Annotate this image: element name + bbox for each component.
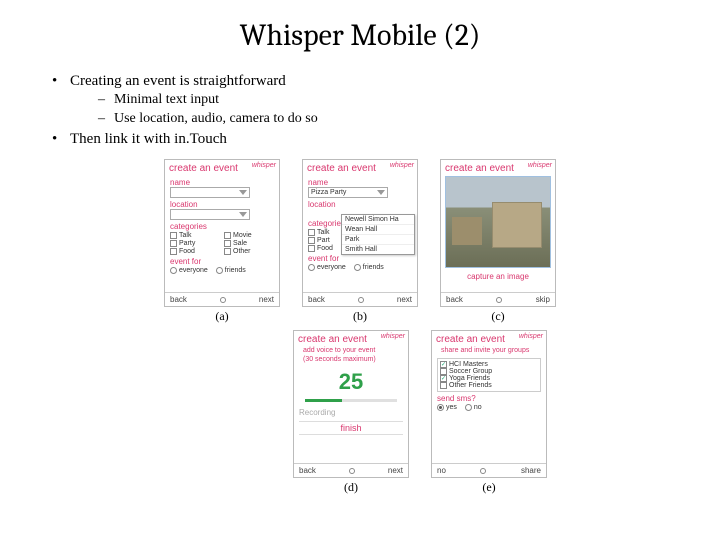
softkey-back[interactable]: back	[170, 295, 187, 304]
mock-b: whisper create an event name Pizza Party…	[302, 159, 418, 307]
group-hci[interactable]: HCI Masters	[440, 361, 538, 368]
finish-button[interactable]: finish	[299, 421, 403, 435]
voice-sub1: add voice to your event	[299, 347, 403, 356]
chk-sale[interactable]: Sale	[224, 240, 274, 247]
share-sub: share and invite your groups	[437, 347, 541, 356]
radio-friends[interactable]: friends	[216, 267, 246, 274]
softkey-no[interactable]: no	[437, 466, 446, 475]
softkey-back[interactable]: back	[299, 466, 316, 475]
softkey-center[interactable]	[349, 468, 355, 474]
softkey-skip[interactable]: skip	[536, 295, 550, 304]
label-name: name	[308, 178, 412, 187]
radio-everyone[interactable]: everyone	[170, 267, 208, 274]
caption-b: (b)	[353, 309, 367, 324]
mock-e: whisper create an event share and invite…	[431, 330, 547, 478]
label-eventfor: event for	[170, 257, 274, 266]
label-location: location	[308, 200, 412, 209]
label-location: location	[170, 200, 274, 209]
name-field[interactable]: Pizza Party	[308, 187, 388, 198]
chk-food[interactable]: Food	[170, 248, 220, 255]
group-yoga[interactable]: Yoga Friends	[440, 375, 538, 382]
softkey-center[interactable]	[358, 297, 364, 303]
name-field[interactable]	[170, 187, 250, 198]
bullet-1: Creating an event is straightforward	[70, 71, 286, 91]
mock-d: whisper create an event add voice to you…	[293, 330, 409, 478]
mock-c: whisper create an event capture an image…	[440, 159, 556, 307]
brand-logo: whisper	[519, 333, 543, 340]
label-eventfor: event for	[308, 254, 412, 263]
popup-item[interactable]: Park	[342, 235, 414, 245]
voice-sub2: (30 seconds maximum)	[299, 356, 403, 365]
location-popup[interactable]: Newell Simon Ha Wean Hall Park Smith Hal…	[341, 214, 415, 255]
popup-item[interactable]: Newell Simon Ha	[342, 215, 414, 225]
label-name: name	[170, 178, 274, 187]
chk-other[interactable]: Other	[224, 248, 274, 255]
subbullet-1: Minimal text input	[114, 91, 219, 110]
brand-logo: whisper	[381, 333, 405, 340]
bullet-2: Then link it with in.Touch	[70, 129, 227, 149]
popup-item[interactable]: Smith Hall	[342, 245, 414, 254]
group-other[interactable]: Other Friends	[440, 382, 538, 389]
progress-meter	[305, 399, 397, 402]
softkey-next[interactable]: next	[388, 466, 403, 475]
popup-item[interactable]: Wean Hall	[342, 225, 414, 235]
countdown: 25	[299, 369, 403, 395]
chk-movie[interactable]: Movie	[224, 232, 274, 239]
radio-yes[interactable]: yes	[437, 404, 457, 411]
group-soccer[interactable]: Soccer Group	[440, 368, 538, 375]
camera-caption: capture an image	[441, 272, 555, 281]
radio-friends[interactable]: friends	[354, 264, 384, 271]
chk-talk[interactable]: Talk	[170, 232, 220, 239]
radio-everyone[interactable]: everyone	[308, 264, 346, 271]
brand-logo: whisper	[528, 162, 552, 169]
softkey-share[interactable]: share	[521, 466, 541, 475]
caption-d: (d)	[344, 480, 358, 495]
softkey-center[interactable]	[220, 297, 226, 303]
bullet-list: •Creating an event is straightforward –M…	[52, 71, 680, 149]
radio-no[interactable]: no	[465, 404, 482, 411]
softkey-back[interactable]: back	[308, 295, 325, 304]
softkey-center[interactable]	[480, 468, 486, 474]
mock-a: whisper create an event name location ca…	[164, 159, 280, 307]
caption-c: (c)	[491, 309, 504, 324]
chk-party[interactable]: Party	[170, 240, 220, 247]
softkey-back[interactable]: back	[446, 295, 463, 304]
softkey-next[interactable]: next	[259, 295, 274, 304]
camera-preview[interactable]	[445, 176, 551, 268]
brand-logo: whisper	[390, 162, 414, 169]
label-categories: categories	[170, 222, 274, 231]
brand-logo: whisper	[252, 162, 276, 169]
label-sms: send sms?	[437, 394, 541, 403]
recording-label: Recording	[299, 408, 403, 417]
subbullet-2: Use location, audio, camera to do so	[114, 110, 318, 129]
softkey-center[interactable]	[496, 297, 502, 303]
location-field[interactable]	[170, 209, 250, 220]
slide-title: Whisper Mobile (2)	[40, 18, 680, 53]
caption-e: (e)	[482, 480, 495, 495]
softkey-next[interactable]: next	[397, 295, 412, 304]
caption-a: (a)	[215, 309, 228, 324]
